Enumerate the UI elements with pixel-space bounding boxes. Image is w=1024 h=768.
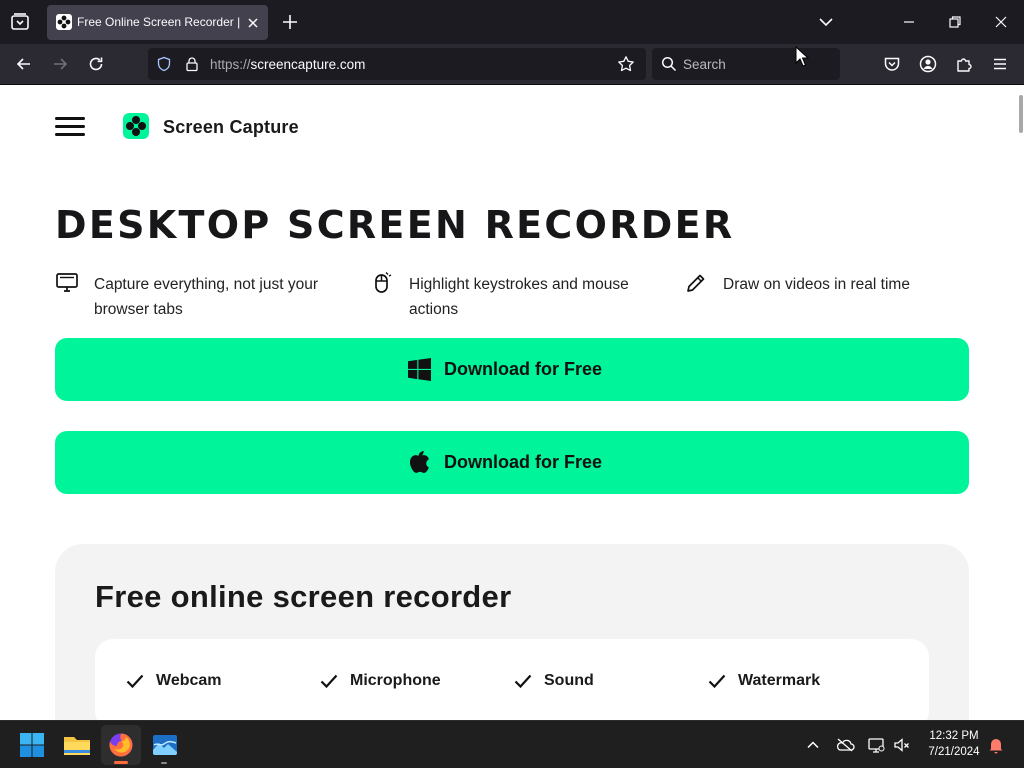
mouse-icon bbox=[370, 271, 394, 295]
feature-text: Highlight keystrokes and mouse actions bbox=[409, 276, 629, 318]
mouse-cursor-icon bbox=[795, 46, 809, 68]
restore-icon[interactable] bbox=[945, 12, 965, 32]
network-icon[interactable] bbox=[867, 736, 885, 754]
tab-title: Free Online Screen Recorder | O bbox=[77, 15, 242, 29]
minimize-icon[interactable] bbox=[899, 12, 919, 32]
url-host: screencapture.com bbox=[250, 57, 366, 72]
checklist-item: Sound bbox=[514, 672, 594, 690]
search-bar[interactable]: Search bbox=[652, 48, 840, 80]
photos-app-icon[interactable] bbox=[150, 730, 180, 760]
download-windows-button[interactable]: Download for Free bbox=[55, 338, 969, 401]
search-icon bbox=[661, 56, 677, 72]
checklist-item: Microphone bbox=[320, 672, 441, 690]
checkmark-icon bbox=[708, 674, 726, 688]
taskbar: 12:32 PM 7/21/2024 bbox=[0, 720, 1024, 768]
active-app-indicator bbox=[114, 761, 128, 764]
checklist-label: Sound bbox=[544, 672, 594, 689]
tab-list-icon[interactable] bbox=[8, 10, 32, 34]
list-all-tabs-icon[interactable] bbox=[816, 12, 836, 32]
hamburger-menu-icon[interactable] bbox=[55, 117, 85, 137]
extensions-icon[interactable] bbox=[954, 54, 974, 74]
close-tab-icon[interactable] bbox=[245, 15, 261, 31]
checkmark-icon bbox=[514, 674, 532, 688]
notification-bell-icon[interactable] bbox=[987, 736, 1005, 754]
checklist-label: Watermark bbox=[738, 672, 821, 689]
system-clock[interactable]: 12:32 PM 7/21/2024 bbox=[918, 728, 990, 760]
checklist-label: Microphone bbox=[350, 672, 441, 689]
close-window-icon[interactable] bbox=[991, 12, 1011, 32]
checkmark-icon bbox=[126, 674, 144, 688]
page-title: DESKTOP SCREEN RECORDER bbox=[55, 203, 735, 247]
browser-tab[interactable]: Free Online Screen Recorder | O bbox=[47, 5, 268, 40]
feature-checklist: Webcam Microphone Sound Watermark bbox=[95, 639, 929, 720]
volume-muted-icon[interactable] bbox=[893, 736, 911, 754]
screen-capture-logo-icon[interactable] bbox=[123, 113, 149, 139]
show-hidden-icons-chevron-icon[interactable] bbox=[804, 736, 822, 754]
navigation-toolbar: https://screencapture.com Search bbox=[0, 44, 1024, 85]
section-title: Free online screen recorder bbox=[95, 579, 512, 614]
apple-icon bbox=[408, 450, 431, 475]
reload-icon[interactable] bbox=[86, 54, 106, 74]
account-icon[interactable] bbox=[918, 54, 938, 74]
start-windows-icon[interactable] bbox=[18, 731, 46, 759]
lock-icon[interactable] bbox=[184, 56, 200, 72]
app-menu-icon[interactable] bbox=[990, 54, 1010, 74]
online-recorder-card: Free online screen recorder Webcam Micro… bbox=[55, 544, 969, 720]
tab-strip: Free Online Screen Recorder | O bbox=[0, 0, 1024, 44]
download-button-label: Download for Free bbox=[444, 359, 603, 379]
address-bar[interactable]: https://screencapture.com bbox=[148, 48, 646, 80]
brand-name[interactable]: Screen Capture bbox=[163, 117, 299, 138]
feature-text: Capture everything, not just your browse… bbox=[94, 276, 319, 318]
file-explorer-icon[interactable] bbox=[62, 730, 92, 760]
site-favicon-icon bbox=[56, 14, 72, 30]
onedrive-cloud-icon[interactable] bbox=[835, 736, 855, 754]
search-placeholder: Search bbox=[683, 57, 726, 72]
monitor-icon bbox=[55, 271, 79, 295]
checklist-item: Webcam bbox=[126, 672, 222, 690]
running-app-indicator bbox=[161, 762, 167, 764]
page-scrollbar[interactable] bbox=[1019, 95, 1023, 133]
feature-text: Draw on videos in real time bbox=[723, 276, 910, 293]
pocket-icon[interactable] bbox=[882, 54, 902, 74]
clock-date: 7/21/2024 bbox=[928, 746, 980, 758]
url-text[interactable]: https://screencapture.com bbox=[210, 57, 365, 72]
back-icon[interactable] bbox=[14, 54, 34, 74]
checklist-label: Webcam bbox=[156, 672, 222, 689]
clock-time: 12:32 PM bbox=[929, 730, 979, 742]
windows-icon bbox=[408, 358, 431, 381]
url-scheme: https:// bbox=[210, 57, 251, 72]
shield-icon[interactable] bbox=[156, 56, 172, 72]
forward-icon[interactable] bbox=[50, 54, 70, 74]
new-tab-icon[interactable] bbox=[281, 13, 299, 31]
firefox-icon[interactable] bbox=[106, 730, 136, 760]
page-content: Screen Capture DESKTOP SCREEN RECORDER C… bbox=[0, 85, 1024, 720]
download-button-label: Download for Free bbox=[444, 452, 603, 472]
checkmark-icon bbox=[320, 674, 338, 688]
checklist-item: Watermark bbox=[708, 672, 820, 690]
download-mac-button[interactable]: Download for Free bbox=[55, 431, 969, 494]
pencil-icon bbox=[684, 271, 708, 295]
bookmark-star-icon[interactable] bbox=[617, 55, 635, 73]
